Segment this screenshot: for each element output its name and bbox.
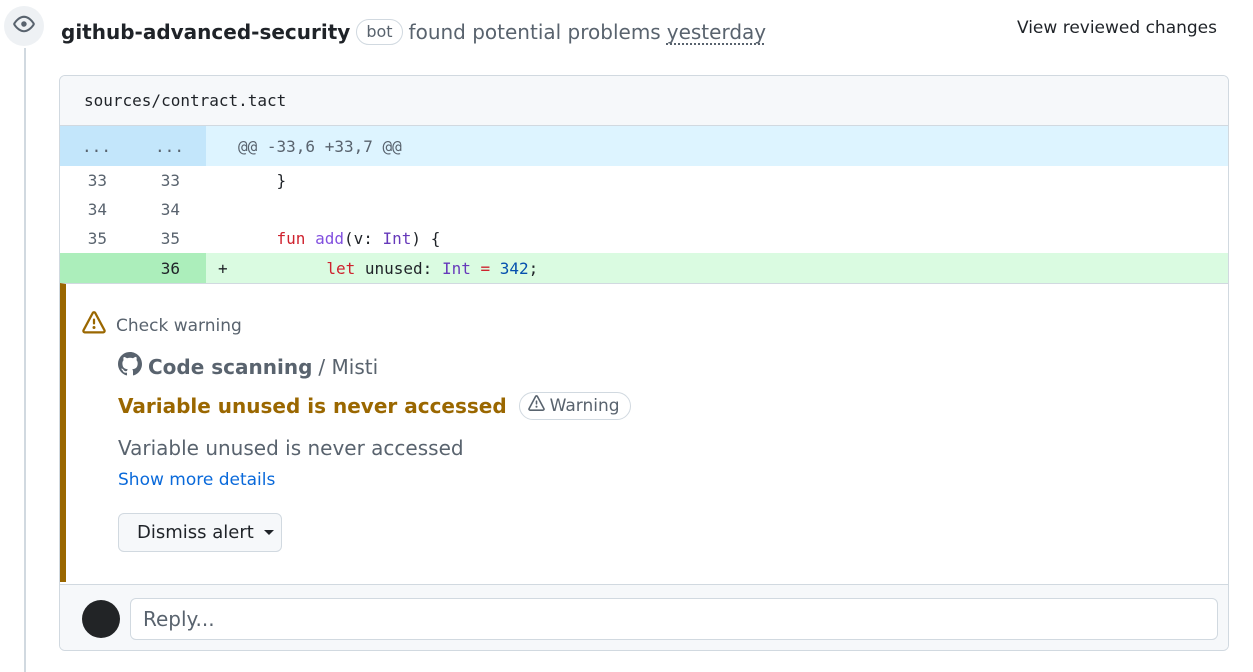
- diff-code: fun add(v: Int) {: [276, 229, 441, 248]
- old-line-number: [60, 253, 133, 283]
- diff-line: 35 35 fun add(v: Int) {: [60, 224, 1228, 253]
- alert-title-row: Variable unused is never accessed Warnin…: [118, 392, 631, 420]
- dismiss-alert-button[interactable]: Dismiss alert: [118, 513, 282, 552]
- timeline-badge: [4, 6, 44, 46]
- timeline-line: [24, 48, 26, 672]
- dismiss-alert-label: Dismiss alert: [137, 522, 254, 543]
- added-marker: +: [218, 258, 228, 278]
- expand-hunk-new[interactable]: ...: [133, 126, 206, 166]
- check-warning-text: Check warning: [116, 315, 242, 336]
- alert-triangle-icon: [527, 395, 545, 417]
- github-mark-icon: [118, 352, 142, 381]
- diff-code: [206, 195, 1228, 224]
- old-line-number[interactable]: 34: [60, 195, 133, 224]
- alert-triangle-icon: [82, 311, 106, 340]
- expand-hunk-old[interactable]: ...: [60, 126, 133, 166]
- old-line-number[interactable]: 35: [60, 224, 133, 253]
- reply-row: [60, 584, 1228, 650]
- avatar[interactable]: [82, 600, 120, 638]
- file-path[interactable]: sources/contract.tact: [60, 76, 1228, 126]
- code-scanning-alert: Check warning Code scanning / Misti Vari…: [60, 283, 1228, 582]
- old-line-number[interactable]: 33: [60, 166, 133, 195]
- scanner-info: Code scanning / Misti: [118, 352, 378, 381]
- bot-badge: bot: [356, 19, 403, 45]
- severity-label: Warning: [549, 396, 620, 416]
- hunk-row: ... ... @@ -33,6 +33,7 @@: [60, 126, 1228, 166]
- diff-table: ... ... @@ -33,6 +33,7 @@ 33 33 } 34 34 …: [60, 126, 1228, 283]
- view-reviewed-changes-link[interactable]: View reviewed changes: [1017, 18, 1217, 38]
- triangle-down-icon: [263, 530, 274, 535]
- new-line-number[interactable]: 33: [133, 166, 206, 195]
- diff-line: 34 34: [60, 195, 1228, 224]
- review-header: github-advanced-security bot found poten…: [61, 14, 766, 50]
- diff-line: 33 33 }: [60, 166, 1228, 195]
- scanner-tool: / Misti: [318, 354, 379, 379]
- review-timestamp[interactable]: yesterday: [667, 20, 766, 44]
- diff-line-added: 36 + let unused: Int = 342;: [60, 253, 1228, 283]
- scanner-name: Code scanning: [148, 354, 313, 379]
- hunk-header: @@ -33,6 +33,7 @@: [206, 126, 1228, 166]
- eye-icon: [13, 13, 35, 39]
- new-line-number[interactable]: 36: [133, 253, 206, 283]
- reply-input[interactable]: [130, 598, 1218, 640]
- code-text: }: [276, 171, 287, 190]
- author-link[interactable]: github-advanced-security: [61, 20, 350, 44]
- show-more-details-link[interactable]: Show more details: [118, 470, 275, 490]
- severity-badge: Warning: [518, 392, 631, 420]
- review-thread: sources/contract.tact ... ... @@ -33,6 +…: [59, 75, 1229, 651]
- review-action-text: found potential problems: [408, 20, 661, 44]
- check-warning-label: Check warning: [82, 311, 242, 340]
- new-line-number[interactable]: 34: [133, 195, 206, 224]
- new-line-number[interactable]: 35: [133, 224, 206, 253]
- alert-description: Variable unused is never accessed: [118, 436, 464, 460]
- diff-code: + let unused: Int = 342;: [206, 253, 1228, 283]
- alert-title[interactable]: Variable unused is never accessed: [118, 394, 507, 418]
- diff-code: }: [206, 166, 1228, 195]
